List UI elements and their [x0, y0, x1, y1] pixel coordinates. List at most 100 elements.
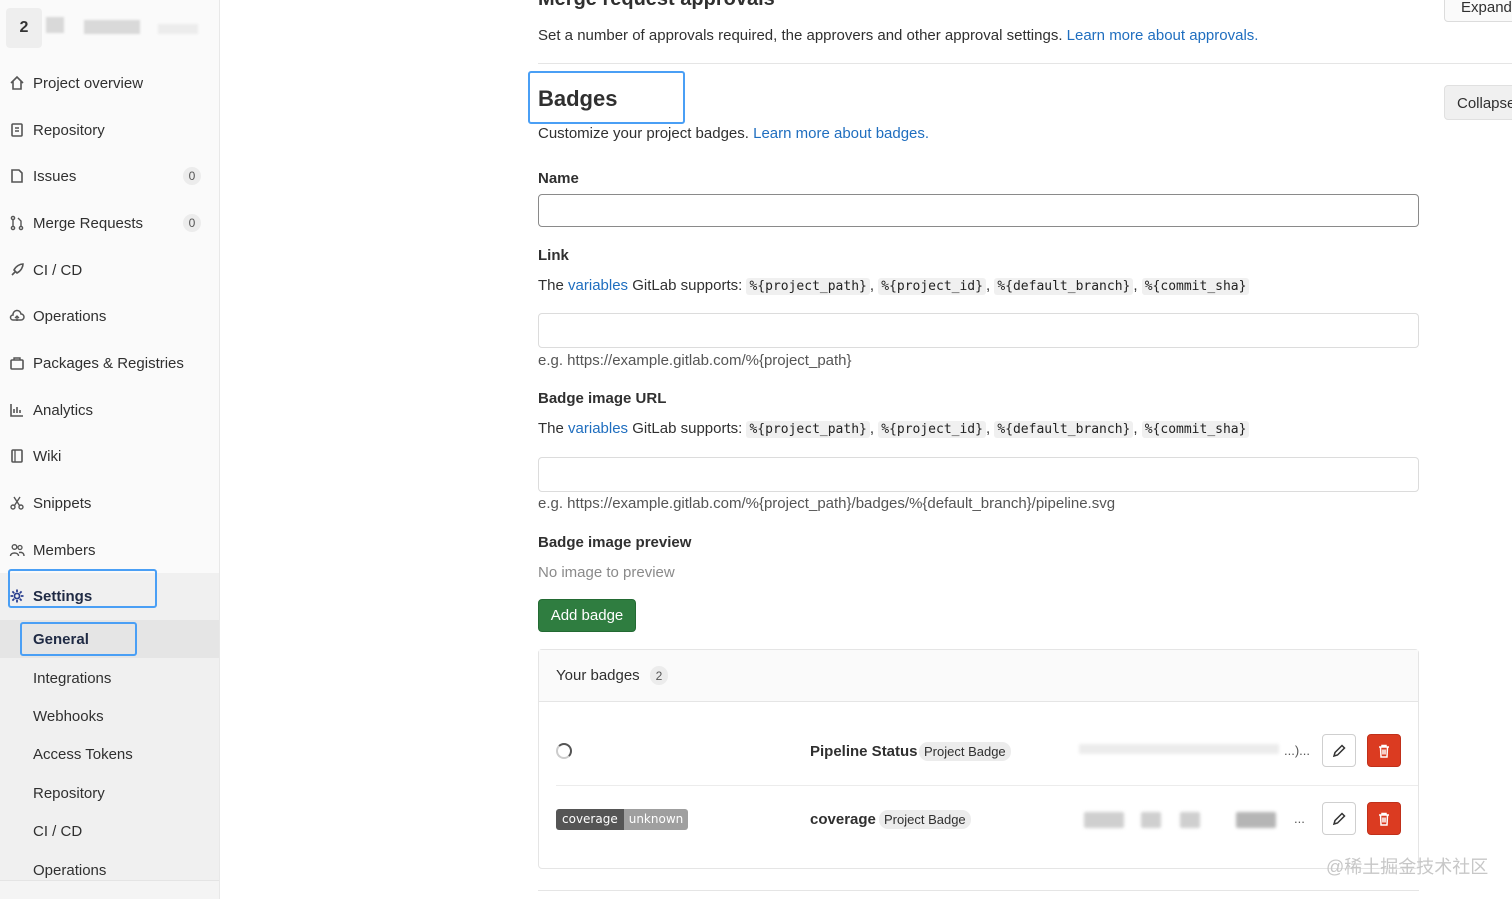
- var-commit-sha: %{commit_sha}: [1141, 421, 1250, 438]
- var-project-path: %{project_path}: [746, 278, 870, 295]
- expand-button[interactable]: Expand: [1444, 0, 1512, 22]
- learn-approvals-link[interactable]: Learn more about approvals.: [1067, 27, 1259, 44]
- merge-desc-text: Set a number of approvals required, the …: [538, 27, 1063, 44]
- sidebar-item-issues[interactable]: Issues 0: [0, 158, 219, 194]
- sidebar-item-project-overview[interactable]: Project overview: [0, 65, 219, 101]
- project-avatar[interactable]: 2: [6, 8, 42, 48]
- sidebar-item-wiki[interactable]: Wiki: [0, 438, 219, 474]
- var-commit-sha: %{commit_sha}: [1141, 278, 1250, 295]
- link-variables-help: The variables GitLab supports: %{project…: [538, 277, 1250, 295]
- project-header[interactable]: 2: [0, 0, 219, 58]
- blurred-badge-url: [1141, 812, 1161, 828]
- badge-name-coverage: coverage: [810, 811, 876, 828]
- name-label: Name: [538, 170, 579, 187]
- sidebar-item-label: Repository: [33, 121, 105, 139]
- subnav-item-repository[interactable]: Repository: [33, 785, 105, 802]
- var-default-branch: %{default_branch}: [994, 278, 1134, 295]
- var-default-branch: %{default_branch}: [994, 421, 1134, 438]
- link-example: e.g. https://example.gitlab.com/%{projec…: [538, 352, 852, 369]
- scissors-icon: [8, 494, 26, 512]
- add-badge-button[interactable]: Add badge: [538, 599, 636, 632]
- cloud-icon: [8, 307, 26, 325]
- delete-badge-button[interactable]: [1367, 734, 1401, 767]
- sidebar-item-merge-requests[interactable]: Merge Requests 0: [0, 205, 219, 241]
- badges-desc: Customize your project badges. Learn mor…: [538, 125, 929, 142]
- sidebar-item-snippets[interactable]: Snippets: [0, 485, 219, 521]
- badge-url-tail[interactable]: ...)...: [1284, 743, 1310, 758]
- sidebar-item-analytics[interactable]: Analytics: [0, 392, 219, 428]
- bottom-divider: [538, 890, 1419, 891]
- vars-suffix: GitLab supports:: [632, 420, 743, 437]
- sidebar-item-repository[interactable]: Repository: [0, 112, 219, 148]
- chart-icon: [8, 401, 26, 419]
- sidebar-item-label: Wiki: [33, 447, 62, 465]
- blurred-badge-url: [1236, 812, 1276, 828]
- sidebar-item-label: Merge Requests: [33, 214, 144, 232]
- badge-name-input[interactable]: [538, 194, 1419, 227]
- badges-desc-text: Customize your project badges.: [538, 125, 749, 142]
- section-divider: [538, 63, 1512, 64]
- coverage-badge-left: coverage: [556, 809, 624, 830]
- image-url-label: Badge image URL: [538, 390, 667, 407]
- trash-icon: [1379, 744, 1389, 758]
- edit-badge-button[interactable]: [1322, 734, 1356, 767]
- badge-image-url-input[interactable]: [538, 457, 1419, 492]
- pencil-icon: [1332, 743, 1346, 757]
- delete-badge-button[interactable]: [1367, 802, 1401, 835]
- sidebar-item-label: Analytics: [33, 401, 94, 419]
- home-icon: [8, 74, 26, 92]
- blurred-project-name: [46, 17, 64, 33]
- sidebar-item-label: Members: [33, 541, 96, 559]
- edit-badge-button[interactable]: [1322, 802, 1356, 835]
- subnav-item-access-tokens[interactable]: Access Tokens: [33, 746, 133, 763]
- subnav-item-operations[interactable]: Operations: [33, 862, 106, 879]
- collapse-button[interactable]: Collapse: [1444, 85, 1512, 120]
- var-project-id: %{project_id}: [878, 278, 986, 295]
- row-divider: [556, 785, 1418, 786]
- badge-link-input[interactable]: [538, 313, 1419, 348]
- highlight-badges-title: [528, 71, 685, 124]
- badge-url-tail[interactable]: ...: [1294, 811, 1305, 826]
- sidebar-item-operations[interactable]: Operations: [0, 298, 219, 334]
- pencil-icon: [1332, 811, 1346, 825]
- coverage-badge-image: coverage unknown: [556, 809, 689, 830]
- merge-requests-count-badge: 0: [183, 214, 201, 232]
- loading-spinner-icon: [556, 743, 572, 759]
- issues-icon: [8, 167, 26, 185]
- badge-kind-label: Project Badge: [879, 810, 971, 829]
- sidebar-item-label: Operations: [33, 307, 107, 325]
- trash-icon: [1379, 812, 1389, 826]
- merge-approvals-title: Merge request approvals: [538, 0, 775, 11]
- highlight-settings: [8, 569, 157, 608]
- document-icon: [8, 121, 26, 139]
- merge-approvals-desc: Set a number of approvals required, the …: [538, 27, 1258, 44]
- rocket-icon: [8, 261, 26, 279]
- sidebar-item-packages-registries[interactable]: Packages & Registries: [0, 345, 219, 381]
- image-url-variables-help: The variables GitLab supports: %{project…: [538, 420, 1250, 438]
- subnav-item-webhooks[interactable]: Webhooks: [33, 708, 104, 725]
- badge-kind-label: Project Badge: [919, 742, 1011, 761]
- users-icon: [8, 541, 26, 559]
- learn-badges-link[interactable]: Learn more about badges.: [753, 125, 929, 142]
- badge-name-pipeline-status: Pipeline Status: [810, 743, 918, 760]
- sidebar-item-label: CI / CD: [33, 261, 83, 279]
- your-badges-header: Your badges 2: [539, 650, 1418, 702]
- var-project-path: %{project_path}: [746, 421, 870, 438]
- merge-request-icon: [8, 214, 26, 232]
- link-label: Link: [538, 247, 569, 264]
- sidebar: 2 Project overview Repository Issues 0 M…: [0, 0, 220, 899]
- sidebar-footer: [0, 880, 219, 899]
- variables-link[interactable]: variables: [568, 420, 628, 437]
- subnav-item-ci-cd[interactable]: CI / CD: [33, 823, 82, 840]
- subnav-item-integrations[interactable]: Integrations: [33, 670, 111, 687]
- sidebar-item-members[interactable]: Members: [0, 532, 219, 568]
- blurred-project-name: [158, 24, 198, 34]
- highlight-general: [20, 622, 137, 656]
- your-badges-title: Your badges: [556, 667, 640, 684]
- package-icon: [8, 354, 26, 372]
- variables-link[interactable]: variables: [568, 277, 628, 294]
- sidebar-item-ci-cd[interactable]: CI / CD: [0, 252, 219, 288]
- sidebar-item-label: Snippets: [33, 494, 92, 512]
- your-badges-count: 2: [650, 666, 668, 685]
- issues-count-badge: 0: [183, 167, 201, 185]
